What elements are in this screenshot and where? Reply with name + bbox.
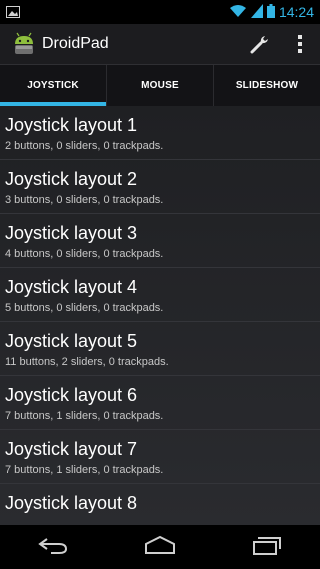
list-item-summary: 2 buttons, 0 sliders, 0 trackpads. bbox=[5, 140, 164, 152]
overflow-menu-icon[interactable] bbox=[280, 24, 320, 64]
layout-list[interactable]: Joystick layout 1 2 buttons, 0 sliders, … bbox=[0, 106, 320, 525]
status-time: 14:24 bbox=[278, 4, 314, 20]
wifi-icon bbox=[229, 3, 247, 22]
list-item-title: Joystick layout 5 bbox=[5, 331, 138, 351]
android-robot-icon bbox=[12, 32, 36, 56]
list-item[interactable]: Joystick layout 6 7 buttons, 1 sliders, … bbox=[0, 376, 320, 430]
list-item-title: Joystick layout 4 bbox=[5, 277, 138, 297]
list-item-summary: 11 buttons, 2 sliders, 0 trackpads. bbox=[5, 356, 169, 368]
navigation-bar bbox=[0, 525, 320, 569]
tab-bar: JOYSTICK MOUSE SLIDESHOW bbox=[0, 64, 320, 106]
signal-icon bbox=[250, 3, 263, 22]
list-item-title: Joystick layout 2 bbox=[5, 169, 138, 189]
list-item-title: Joystick layout 3 bbox=[5, 223, 138, 243]
action-bar: DroidPad bbox=[0, 24, 320, 65]
list-item[interactable]: Joystick layout 7 7 buttons, 1 sliders, … bbox=[0, 430, 320, 484]
home-icon[interactable] bbox=[143, 535, 177, 559]
list-item-summary: 5 buttons, 0 sliders, 0 trackpads. bbox=[5, 302, 164, 314]
back-icon[interactable] bbox=[37, 535, 69, 559]
list-item[interactable]: Joystick layout 1 2 buttons, 0 sliders, … bbox=[0, 106, 320, 160]
status-bar: 14:24 bbox=[0, 0, 320, 24]
list-item-title: Joystick layout 7 bbox=[5, 439, 138, 459]
list-item-title: Joystick layout 6 bbox=[5, 385, 138, 405]
gallery-notification-icon bbox=[6, 3, 20, 22]
battery-icon bbox=[266, 3, 275, 22]
list-item[interactable]: Joystick layout 5 11 buttons, 2 sliders,… bbox=[0, 322, 320, 376]
wrench-icon[interactable] bbox=[240, 24, 280, 64]
list-item-summary: 4 buttons, 0 sliders, 0 trackpads. bbox=[5, 248, 164, 260]
list-item-title: Joystick layout 1 bbox=[5, 115, 138, 135]
list-item-summary: 3 buttons, 0 sliders, 0 trackpads. bbox=[5, 194, 164, 206]
list-item-title: Joystick layout 8 bbox=[5, 493, 138, 513]
list-item[interactable]: Joystick layout 8 bbox=[0, 484, 320, 525]
list-item-summary: 7 buttons, 1 sliders, 0 trackpads. bbox=[5, 410, 164, 422]
tab-joystick[interactable]: JOYSTICK bbox=[0, 65, 106, 106]
list-item[interactable]: Joystick layout 3 4 buttons, 0 sliders, … bbox=[0, 214, 320, 268]
tab-mouse[interactable]: MOUSE bbox=[106, 65, 213, 106]
list-item[interactable]: Joystick layout 4 5 buttons, 0 sliders, … bbox=[0, 268, 320, 322]
app-title: DroidPad bbox=[42, 35, 109, 52]
recents-icon[interactable] bbox=[251, 535, 283, 559]
tab-slideshow[interactable]: SLIDESHOW bbox=[213, 65, 320, 106]
list-item[interactable]: Joystick layout 2 3 buttons, 0 sliders, … bbox=[0, 160, 320, 214]
list-item-summary: 7 buttons, 1 sliders, 0 trackpads. bbox=[5, 464, 164, 476]
